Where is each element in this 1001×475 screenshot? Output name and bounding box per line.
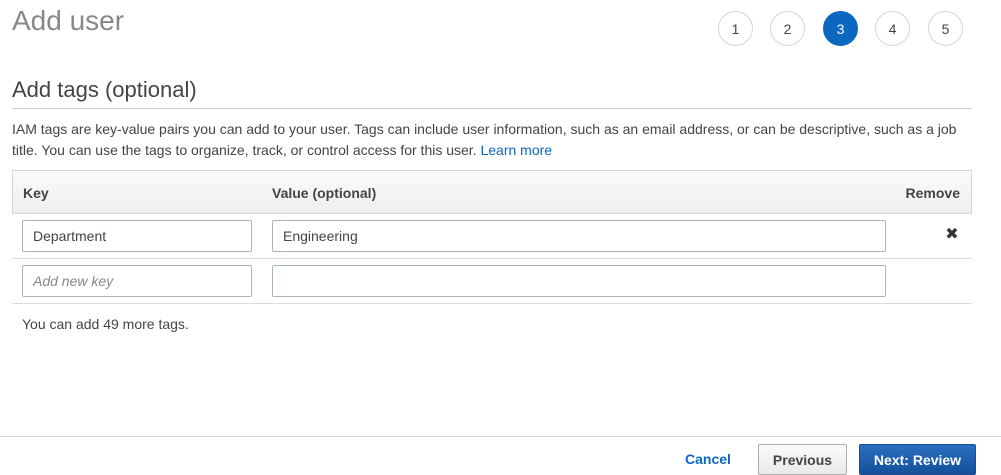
step-2[interactable]: 2 (770, 11, 805, 46)
new-value-input[interactable] (272, 265, 886, 297)
close-icon[interactable]: ✖ (944, 227, 960, 243)
tag-value-input[interactable] (272, 220, 886, 252)
step-4[interactable]: 4 (875, 11, 910, 46)
learn-more-link[interactable]: Learn more (480, 142, 552, 158)
table-header: Key Value (optional) Remove (12, 170, 972, 214)
previous-button[interactable]: Previous (758, 444, 847, 475)
step-1[interactable]: 1 (718, 11, 753, 46)
tags-table: Key Value (optional) Remove ✖ (12, 170, 972, 304)
column-header-value: Value (optional) (272, 185, 377, 201)
section-title: Add tags (optional) (12, 77, 197, 102)
cancel-button[interactable]: Cancel (685, 451, 731, 467)
section-description: IAM tags are key-value pairs you can add… (12, 119, 977, 161)
step-5[interactable]: 5 (928, 11, 963, 46)
footer-divider (0, 436, 1001, 437)
tag-key-input[interactable] (22, 220, 252, 252)
new-tag-row (12, 259, 972, 304)
column-header-remove: Remove (905, 185, 960, 201)
tags-remaining-note: You can add 49 more tags. (22, 316, 189, 332)
next-review-button[interactable]: Next: Review (859, 444, 976, 475)
column-header-key: Key (23, 185, 49, 201)
tag-row: ✖ (12, 214, 972, 259)
new-key-input[interactable] (22, 265, 252, 297)
section-divider (12, 108, 972, 109)
step-3[interactable]: 3 (823, 11, 858, 46)
page-title: Add user (12, 5, 125, 36)
